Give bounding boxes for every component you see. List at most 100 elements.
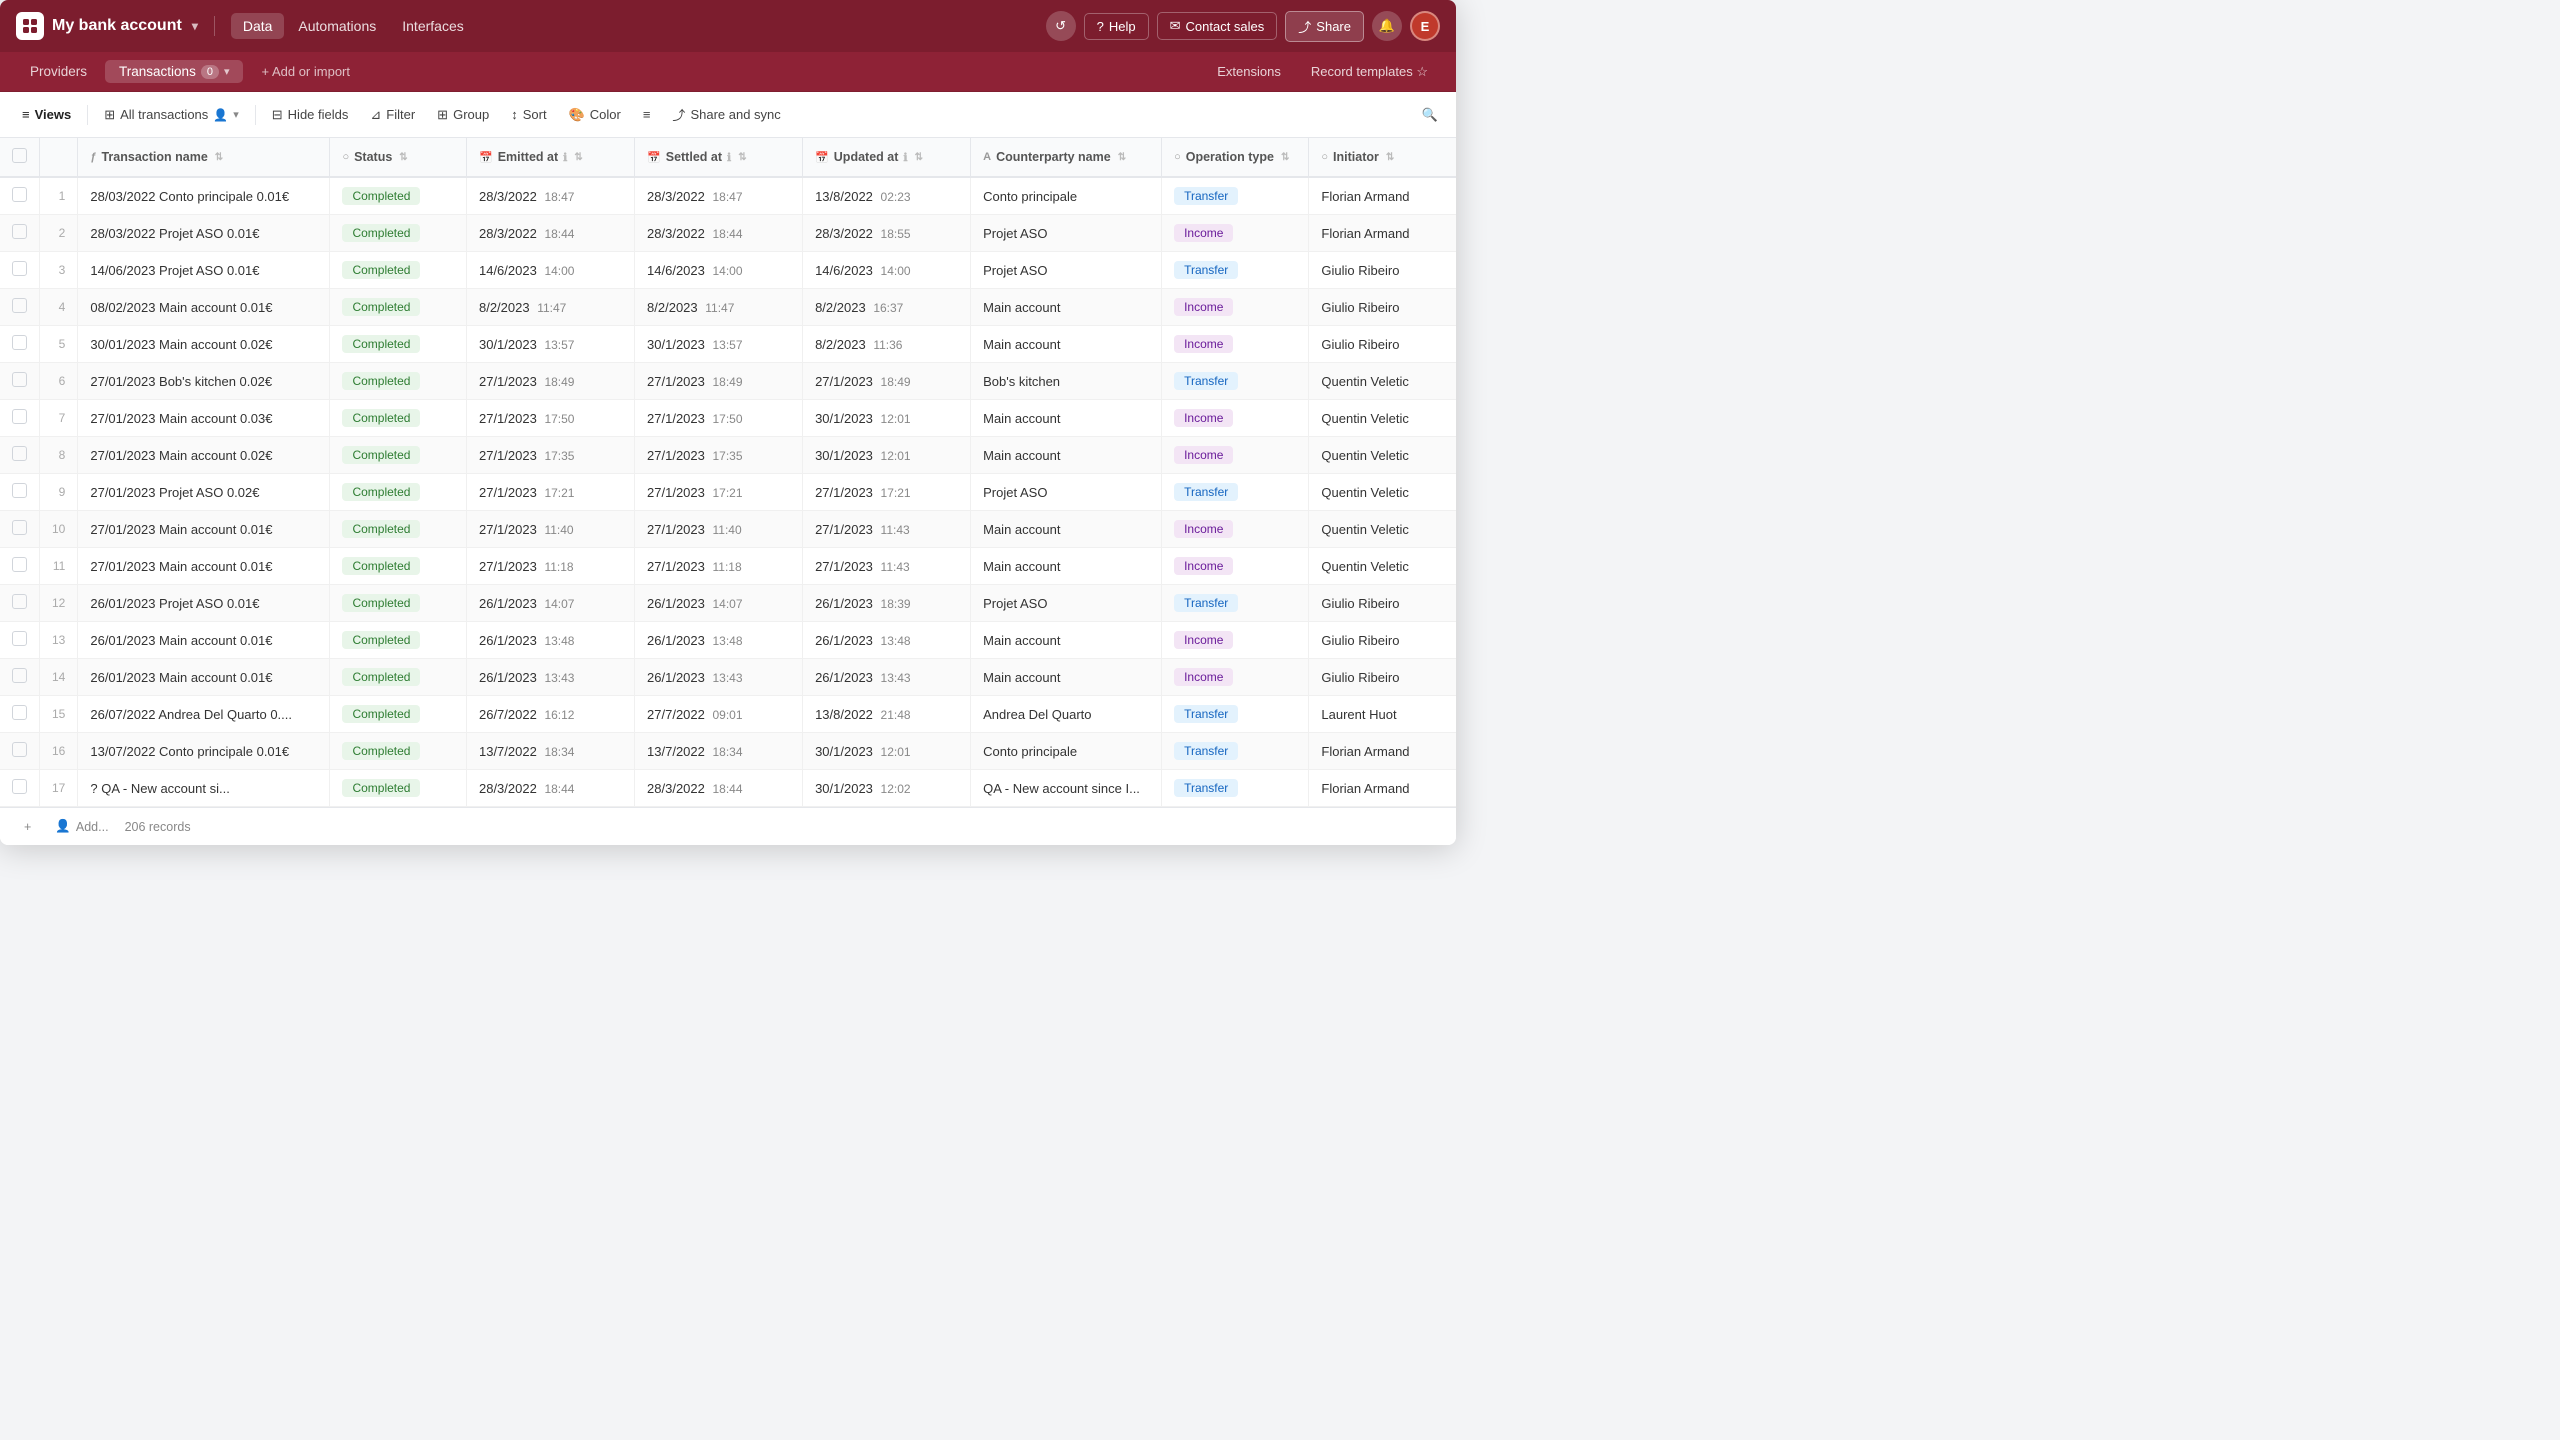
row-checkbox[interactable] [12,409,27,424]
sort-button[interactable]: ↕ Sort [501,102,556,127]
nav-item-interfaces[interactable]: Interfaces [390,13,475,39]
status-badge: Completed [342,335,420,353]
row-checkbox[interactable] [12,668,27,683]
initiator-cell: Giulio Ribeiro [1309,252,1456,289]
row-checkbox[interactable] [12,779,27,794]
table-row[interactable]: 8 27/01/2023 Main account 0.02€ Complete… [0,437,1456,474]
views-button[interactable]: ≡ Views [12,102,81,127]
col-updated-sort-icon[interactable]: ⇅ [915,152,923,163]
col-header-updated[interactable]: 📅 Updated at ℹ ⇅ [803,138,971,177]
row-checkbox[interactable] [12,742,27,757]
add-row-button[interactable]: + [16,817,39,837]
col-header-tx[interactable]: ƒ Transaction name ⇅ [78,138,330,177]
col-header-status[interactable]: ○ Status ⇅ [330,138,467,177]
row-checkbox[interactable] [12,261,27,276]
table-row[interactable]: 6 27/01/2023 Bob's kitchen 0.02€ Complet… [0,363,1456,400]
settled-time: 18:34 [713,745,743,759]
row-number: 5 [40,326,78,363]
row-checkbox[interactable] [12,224,27,239]
table-row[interactable]: 13 26/01/2023 Main account 0.01€ Complet… [0,622,1456,659]
share-button[interactable]: ⤴ Share [1285,11,1364,42]
table-row[interactable]: 4 08/02/2023 Main account 0.01€ Complete… [0,289,1456,326]
add-field-button[interactable]: 👤 Add... [47,816,116,837]
emitted-cell: 26/1/2023 14:07 [466,585,634,622]
history-icon[interactable]: ↺ [1046,11,1076,41]
avatar[interactable]: E [1410,11,1440,41]
status-badge: Completed [342,187,420,205]
col-header-counterparty[interactable]: A Counterparty name ⇅ [971,138,1162,177]
table-row[interactable]: 17 ? QA - New account si... Completed 28… [0,770,1456,807]
subnav-transactions[interactable]: Transactions 0 ▾ [105,60,243,83]
col-status-sort-icon[interactable]: ⇅ [399,152,407,163]
status-badge: Completed [342,705,420,723]
updated-cell: 26/1/2023 13:43 [803,659,971,696]
share-icon: ⤴ [1298,17,1311,36]
record-templates-button[interactable]: Record templates ☆ [1299,60,1440,84]
table-row[interactable]: 2 28/03/2022 Projet ASO 0.01€ Completed … [0,215,1456,252]
filter-button[interactable]: ⊿ Filter [360,102,425,128]
search-button[interactable]: 🔍 [1416,101,1444,129]
nav-item-automations[interactable]: Automations [286,13,388,39]
col-tx-sort-icon[interactable]: ⇅ [215,152,223,163]
row-checkbox[interactable] [12,631,27,646]
contact-sales-button[interactable]: ✉ Contact sales [1157,12,1278,40]
row-checkbox[interactable] [12,335,27,350]
table-row[interactable]: 9 27/01/2023 Projet ASO 0.02€ Completed … [0,474,1456,511]
row-checkbox[interactable] [12,520,27,535]
col-emitted-sort-icon[interactable]: ⇅ [574,152,582,163]
optype-cell: Transfer [1162,363,1309,400]
col-header-settled[interactable]: 📅 Settled at ℹ ⇅ [635,138,803,177]
help-button[interactable]: ? Help [1084,13,1149,40]
row-checkbox[interactable] [12,187,27,202]
table-row[interactable]: 1 28/03/2022 Conto principale 0.01€ Comp… [0,177,1456,215]
table-row[interactable]: 5 30/01/2023 Main account 0.02€ Complete… [0,326,1456,363]
title-chevron-icon[interactable]: ▾ [192,19,198,33]
hide-fields-button[interactable]: ⊟ Hide fields [262,102,359,128]
extensions-button[interactable]: Extensions [1205,60,1293,84]
table-row[interactable]: 16 13/07/2022 Conto principale 0.01€ Com… [0,733,1456,770]
status-cell: Completed [330,326,467,363]
color-button[interactable]: 🎨 Color [559,102,631,128]
optype-badge: Income [1174,335,1233,353]
updated-time: 11:43 [881,523,910,537]
table-row[interactable]: 10 27/01/2023 Main account 0.01€ Complet… [0,511,1456,548]
row-checkbox[interactable] [12,372,27,387]
row-checkbox[interactable] [12,557,27,572]
col-header-optype[interactable]: ○ Operation type ⇅ [1162,138,1309,177]
share-sync-button[interactable]: ⤴ Share and sync [662,100,790,129]
view-chevron-icon: ▾ [233,108,239,121]
row-checkbox[interactable] [12,446,27,461]
select-all-checkbox[interactable] [12,148,27,163]
col-settled-sort-icon[interactable]: ⇅ [738,152,746,163]
row-number: 12 [40,585,78,622]
table-row[interactable]: 14 26/01/2023 Main account 0.01€ Complet… [0,659,1456,696]
table-row[interactable]: 12 26/01/2023 Projet ASO 0.01€ Completed… [0,585,1456,622]
col-header-emitted[interactable]: 📅 Emitted at ℹ ⇅ [466,138,634,177]
table-row[interactable]: 15 26/07/2022 Andrea Del Quarto 0.... Co… [0,696,1456,733]
all-transactions-view[interactable]: ⊞ All transactions 👤 ▾ [94,102,249,128]
notifications-icon[interactable]: 🔔 [1372,11,1402,41]
tx-name-cell: 28/03/2022 Projet ASO 0.01€ [78,215,330,252]
initiator-cell: Quentin Veletic [1309,474,1456,511]
row-checkbox[interactable] [12,298,27,313]
initiator-col-icon: ○ [1321,151,1328,163]
density-button[interactable]: ≡ [633,102,661,127]
row-checkbox[interactable] [12,594,27,609]
settled-cell: 28/3/2022 18:44 [635,215,803,252]
col-optype-sort-icon[interactable]: ⇅ [1281,152,1289,163]
table-row[interactable]: 11 27/01/2023 Main account 0.01€ Complet… [0,548,1456,585]
table-row[interactable]: 7 27/01/2023 Main account 0.03€ Complete… [0,400,1456,437]
row-checkbox[interactable] [12,483,27,498]
group-button[interactable]: ⊞ Group [427,102,499,128]
emitted-date: 30/1/2023 [479,337,537,352]
add-import-button[interactable]: + Add or import [251,60,360,83]
col-counterparty-sort-icon[interactable]: ⇅ [1118,152,1126,163]
row-checkbox[interactable] [12,705,27,720]
col-header-initiator[interactable]: ○ Initiator ⇅ [1309,138,1456,177]
table-row[interactable]: 3 14/06/2023 Projet ASO 0.01€ Completed … [0,252,1456,289]
subnav-providers[interactable]: Providers [16,60,101,83]
counterparty-name: QA - New account since I... [983,781,1140,796]
col-initiator-sort-icon[interactable]: ⇅ [1386,152,1394,163]
app-logo[interactable]: My bank account ▾ [16,12,198,40]
nav-item-data[interactable]: Data [231,13,285,39]
